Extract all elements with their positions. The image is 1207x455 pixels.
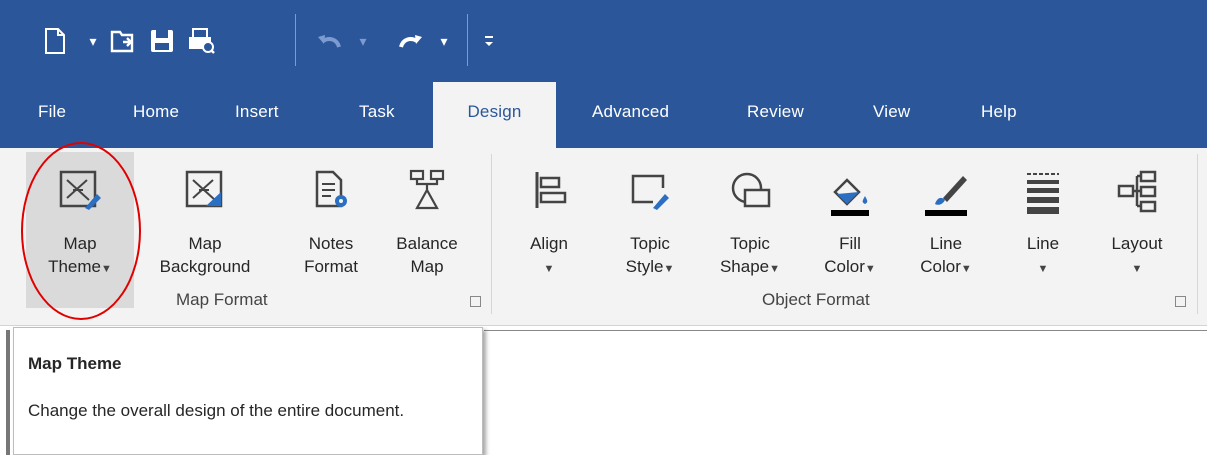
line-color-label-2: Color (920, 257, 961, 276)
line-color-button[interactable]: Line Color▼ (906, 152, 986, 308)
tab-task[interactable]: Task (359, 102, 395, 122)
notes-format-label-2: Format (304, 257, 358, 276)
align-label: Align (530, 234, 568, 253)
ribbon-tabs: File Home Insert Task Design Advanced Re… (0, 82, 1207, 148)
line-color-label-1: Line (929, 234, 963, 253)
tab-design[interactable]: Design (433, 82, 556, 148)
chevron-down-icon: ▼ (960, 263, 972, 275)
notes-format-icon (315, 170, 347, 208)
tab-review[interactable]: Review (747, 102, 804, 122)
map-background-button[interactable]: Map Background (140, 152, 270, 308)
tab-file[interactable]: File (38, 102, 66, 122)
tab-advanced[interactable]: Advanced (592, 102, 669, 122)
topic-style-label-1: Topic (630, 234, 670, 253)
redo-icon[interactable] (393, 22, 427, 60)
topic-shape-button[interactable]: Topic Shape▼ (706, 152, 794, 308)
customize-qat-icon[interactable] (480, 22, 498, 60)
align-button[interactable]: Align ▼ (514, 152, 584, 308)
title-bar: ▾ ▾ ▾ File Home Insert Task Design Advan… (0, 0, 1207, 148)
ribbon-design: Map Theme▼ Map Background Notes Format B… (0, 148, 1207, 326)
canvas-border (484, 330, 1207, 331)
map-background-icon (185, 170, 223, 208)
chevron-down-icon: ▼ (1037, 263, 1049, 275)
group-separator (491, 154, 492, 314)
map-format-dialog-launcher[interactable] (470, 296, 481, 307)
topic-shape-icon (731, 172, 771, 208)
line-style-label: Line (1026, 234, 1060, 253)
tooltip-description: Change the overall design of the entire … (28, 401, 405, 420)
chevron-down-icon: ▼ (769, 263, 781, 275)
align-icon (535, 172, 567, 208)
fill-color-label-2: Color (824, 257, 865, 276)
tooltip-title: Map Theme (28, 354, 122, 373)
save-icon[interactable] (145, 22, 179, 60)
chevron-down-icon: ▼ (543, 263, 555, 275)
chevron-down-icon: ▼ (864, 263, 876, 275)
tab-insert[interactable]: Insert (235, 102, 279, 122)
fill-color-button[interactable]: Fill Color▼ (810, 152, 890, 308)
object-format-dialog-launcher[interactable] (1175, 296, 1186, 307)
layout-label: Layout (1111, 234, 1163, 253)
balance-map-label-2: Map (410, 257, 444, 276)
topic-shape-label-2: Shape (719, 257, 770, 276)
layout-button[interactable]: Layout ▼ (1092, 152, 1182, 308)
new-document-icon[interactable] (42, 22, 68, 60)
balance-map-icon (409, 169, 445, 210)
layout-icon (1117, 170, 1157, 213)
tab-view[interactable]: View (873, 102, 910, 122)
highlight-annotation-ring (21, 142, 141, 320)
map-background-label-1: Map (188, 234, 222, 253)
group-separator (1197, 154, 1198, 314)
topic-shape-label-1: Topic (730, 234, 770, 253)
qat-separator (467, 14, 468, 66)
topic-style-icon (631, 174, 669, 210)
tab-help[interactable]: Help (981, 102, 1017, 122)
notes-format-button[interactable]: Notes Format (292, 152, 370, 308)
redo-dropdown-arrow[interactable]: ▾ (437, 22, 451, 60)
undo-icon[interactable] (313, 22, 347, 60)
topic-style-button[interactable]: Topic Style▼ (606, 152, 694, 308)
undo-dropdown-arrow[interactable]: ▾ (356, 22, 370, 60)
new-dropdown-arrow[interactable]: ▾ (86, 22, 100, 60)
topic-style-label-2: Style (625, 257, 664, 276)
map-format-group-label: Map Format (176, 290, 268, 309)
quick-access-toolbar: ▾ ▾ ▾ (0, 0, 560, 80)
chevron-down-icon: ▼ (663, 263, 675, 275)
map-theme-tooltip: Map Theme Change the overall design of t… (13, 327, 483, 455)
balance-map-button[interactable]: Balance Map (382, 152, 472, 308)
open-file-icon[interactable] (106, 22, 140, 60)
map-background-label-2: Background (159, 257, 251, 276)
line-style-icon (1027, 173, 1059, 214)
fill-color-label-1: Fill (839, 234, 861, 253)
line-color-icon (925, 176, 967, 216)
line-style-button[interactable]: Line ▼ (1014, 152, 1072, 308)
print-preview-icon[interactable] (184, 22, 218, 60)
notes-format-label-1: Notes (308, 234, 354, 253)
fill-color-icon (831, 178, 869, 216)
canvas-edge (6, 330, 10, 455)
qat-separator (295, 14, 296, 66)
tab-home[interactable]: Home (133, 102, 179, 122)
object-format-group-label: Object Format (762, 290, 870, 309)
balance-map-label-1: Balance (396, 234, 458, 253)
chevron-down-icon: ▼ (1131, 263, 1143, 275)
